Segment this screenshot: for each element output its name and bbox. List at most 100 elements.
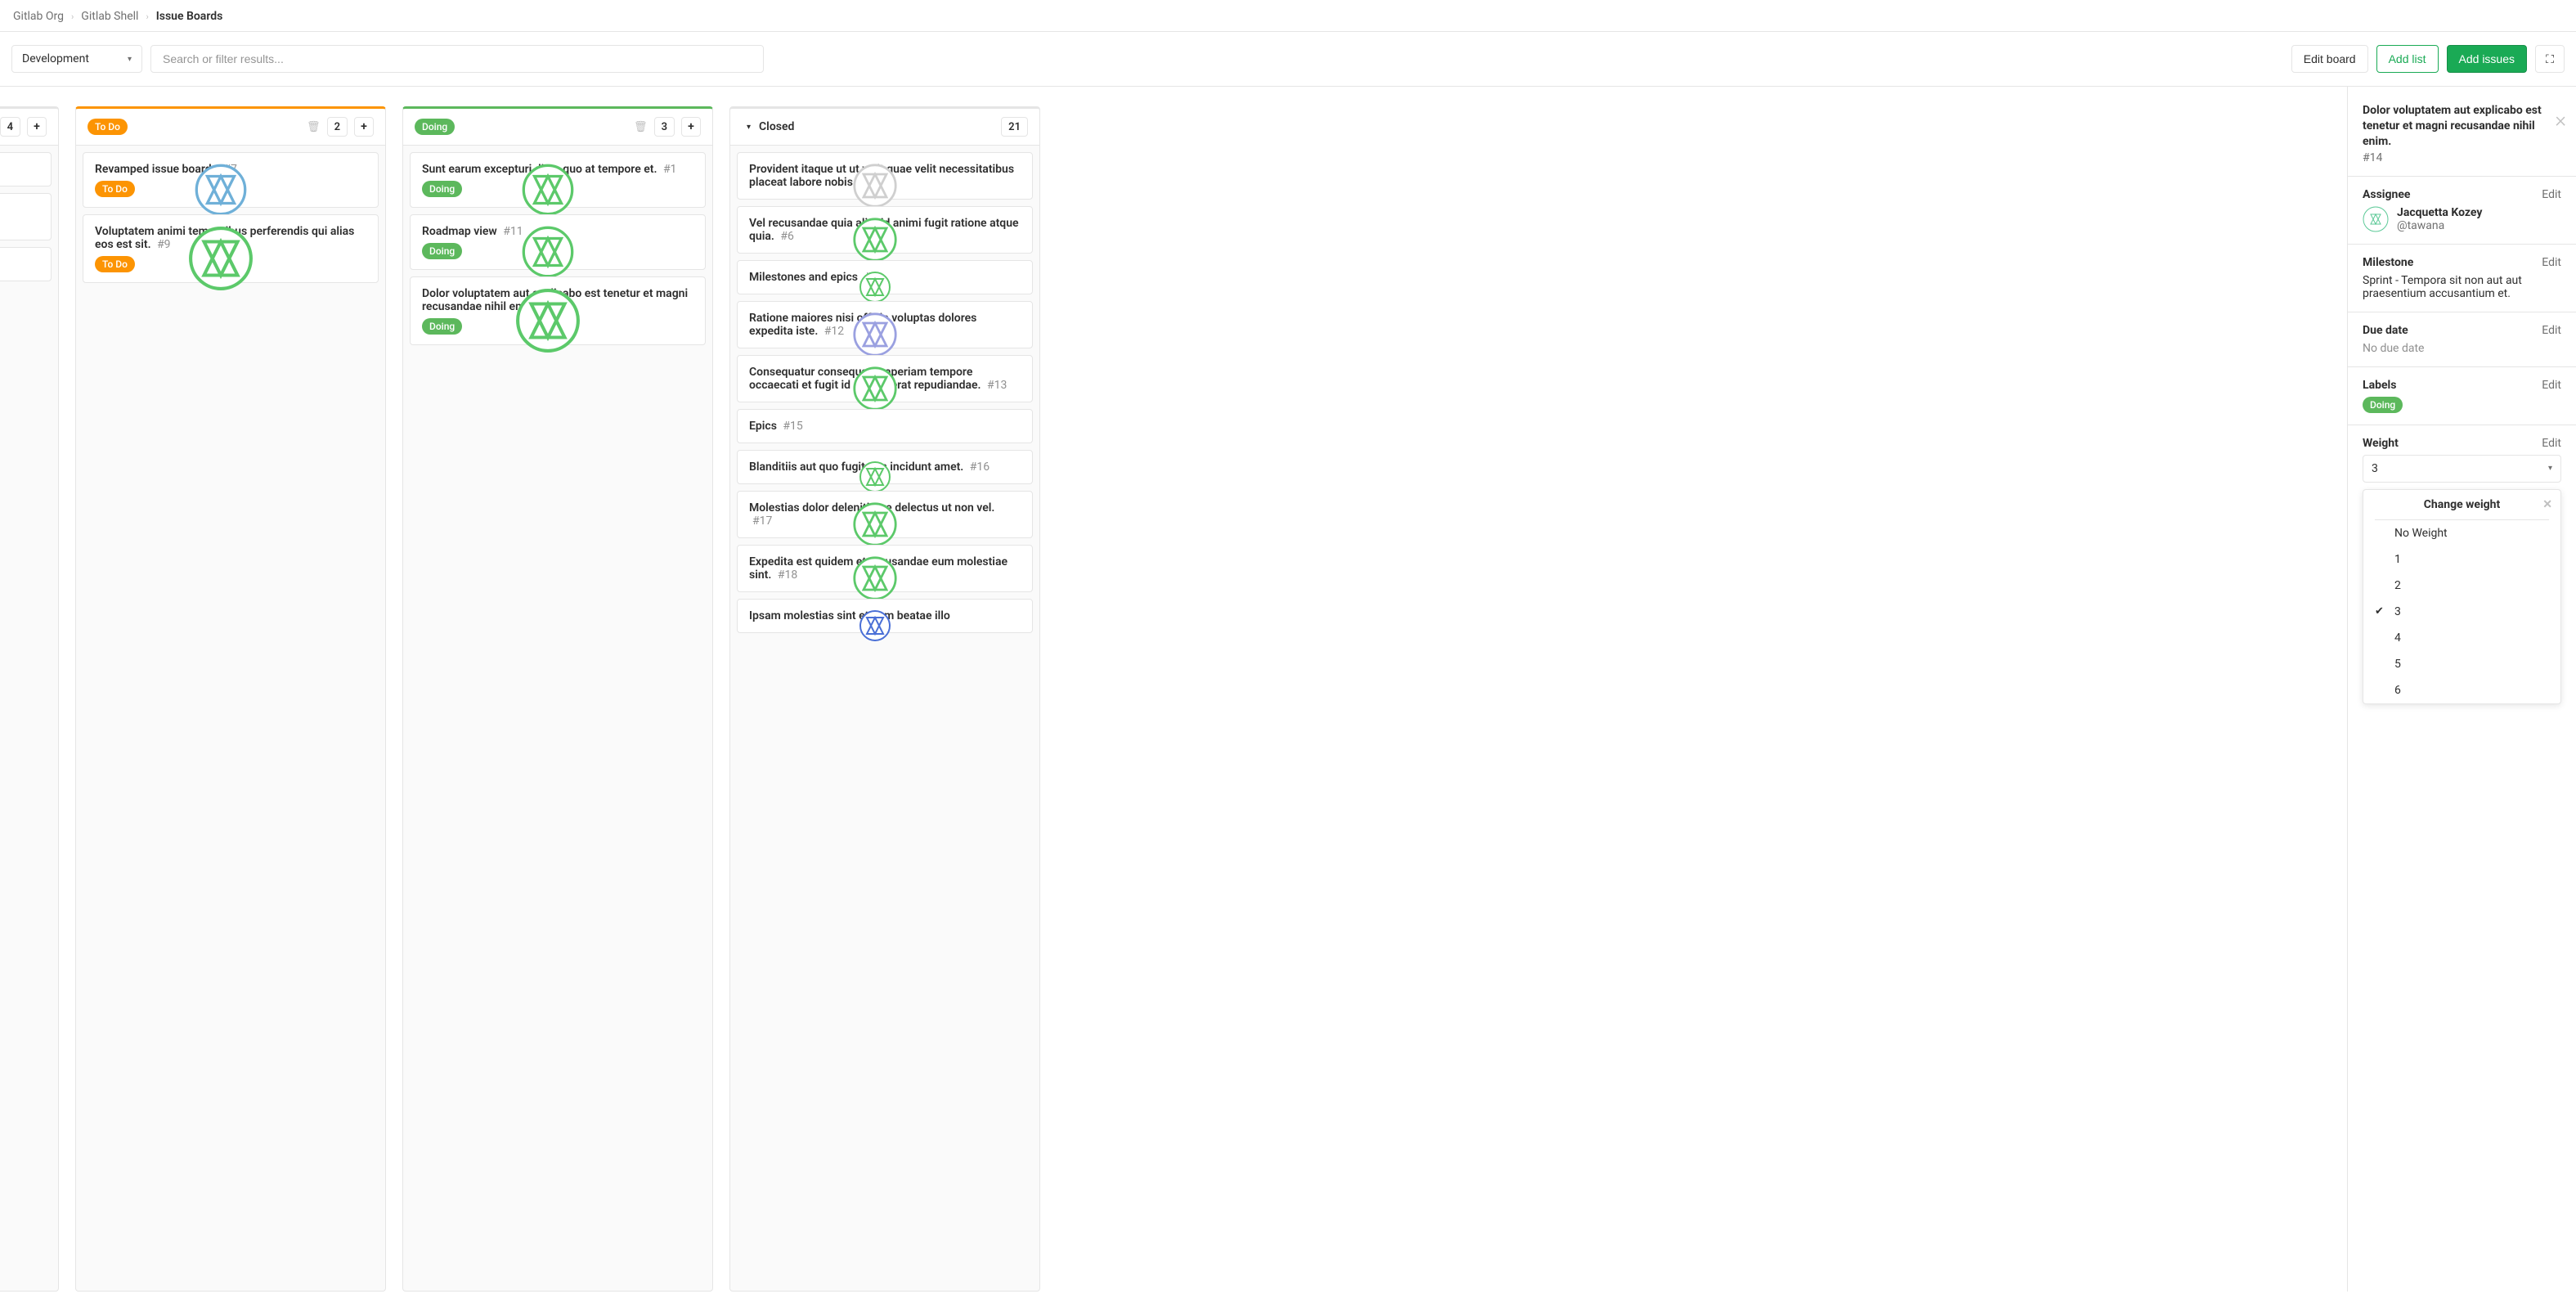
breadcrumb-item[interactable]: Gitlab Shell	[81, 10, 138, 23]
issue-card[interactable]	[0, 247, 52, 281]
issue-card[interactable]: Roadmap view #11 Doing	[410, 214, 706, 270]
board-toolbar: Development ▾ Edit board Add list Add is…	[0, 32, 2576, 87]
avatar-icon	[402, 287, 695, 354]
issue-card[interactable]: Provident itaque ut ut velit quae velit …	[737, 152, 1033, 200]
add-card-button[interactable]: +	[681, 117, 701, 137]
weight-option[interactable]: 4	[2363, 625, 2560, 651]
weight-option-label: 4	[2394, 631, 2401, 645]
avatar-icon	[402, 225, 695, 279]
weight-option[interactable]: 1	[2363, 546, 2560, 573]
board-column-doing: Doing 🗑 3 + Sunt earum excepturi dicta q…	[402, 106, 713, 1292]
milestone-value: Sprint - Tempora sit non aut aut praesen…	[2363, 274, 2561, 300]
chevron-right-icon: ›	[146, 11, 148, 22]
avatar-icon	[729, 271, 1022, 303]
weight-dropdown: Change weight ✕ No Weight 1 2 ✔ 3 4 5	[2363, 489, 2561, 704]
avatar-icon	[402, 163, 695, 217]
board-selector-label: Development	[22, 52, 89, 65]
issue-card[interactable]: Dolor voluptatem aut explicabo est tenet…	[410, 276, 706, 345]
issue-card[interactable]: Milestones and epics #4	[737, 260, 1033, 294]
dropdown-title: Change weight	[2424, 498, 2501, 511]
avatar-icon	[75, 225, 368, 292]
issue-card[interactable]: Consequatur consequatur aperiam tempore …	[737, 355, 1033, 402]
weight-option[interactable]: 6	[2363, 677, 2560, 703]
column-count: 3	[654, 117, 675, 137]
edit-labels-button[interactable]: Edit	[2542, 379, 2561, 392]
weight-option-label: 2	[2394, 579, 2401, 592]
issue-sidebar: Dolor voluptatem aut explicabo est tenet…	[2347, 87, 2576, 1292]
avatar-icon	[729, 366, 1022, 411]
assignee-label: Assignee	[2363, 188, 2561, 201]
avatar-icon	[0, 163, 41, 195]
label-pill: Doing	[2363, 397, 2403, 413]
issue-card[interactable]: Expedita est quidem et recusandae eum mo…	[737, 545, 1033, 592]
assignee-name: Jacquetta Kozey	[2397, 206, 2482, 219]
board-column-closed: ▾ Closed 21 Provident itaque ut ut velit…	[729, 106, 1040, 1292]
board-columns: 4 + sunt x non #8 To Do 🗑	[0, 87, 2576, 1292]
add-issues-button[interactable]: Add issues	[2447, 45, 2527, 73]
add-card-button[interactable]: +	[354, 117, 374, 137]
check-icon: ✔	[2375, 605, 2384, 618]
card-title: Epics	[749, 420, 777, 433]
fullscreen-button[interactable]: ⛶	[2535, 45, 2565, 73]
weight-option-label: 1	[2394, 553, 2401, 566]
assignee-handle: @tawana	[2397, 219, 2482, 232]
milestone-label: Milestone	[2363, 256, 2561, 269]
chevron-right-icon: ›	[71, 11, 74, 22]
edit-board-button[interactable]: Edit board	[2291, 45, 2368, 73]
edit-weight-button[interactable]: Edit	[2542, 437, 2561, 450]
issue-card[interactable]: Vel recusandae quia aliquid animi fugit …	[737, 206, 1033, 254]
edit-assignee-button[interactable]: Edit	[2542, 188, 2561, 201]
add-list-button[interactable]: Add list	[2376, 45, 2439, 73]
avatar-icon	[729, 312, 1022, 357]
weight-select[interactable]: 3 ▾	[2363, 455, 2561, 483]
issue-card[interactable]: Voluptatem animi temporibus perferendis …	[83, 214, 379, 283]
breadcrumb-current: Issue Boards	[156, 10, 223, 23]
edit-due-date-button[interactable]: Edit	[2542, 324, 2561, 337]
weight-option-label: 3	[2394, 605, 2401, 618]
avatar-icon	[729, 461, 1022, 493]
weight-option-label: 5	[2394, 658, 2401, 671]
breadcrumb-item[interactable]: Gitlab Org	[13, 10, 64, 23]
due-date-value: No due date	[2363, 342, 2561, 355]
card-ref: #15	[783, 420, 802, 433]
weight-option[interactable]: 5	[2363, 651, 2560, 677]
chevron-down-icon: ▾	[128, 55, 132, 64]
avatar-icon	[75, 163, 368, 217]
issue-card[interactable]: Epics #15	[737, 409, 1033, 443]
issue-card[interactable]: Revamped issue boards #7 To Do	[83, 152, 379, 208]
add-card-button[interactable]: +	[27, 117, 47, 137]
issue-card[interactable]: x non #8	[0, 193, 52, 240]
weight-label: Weight	[2363, 437, 2561, 450]
delete-column-button[interactable]: 🗑	[307, 121, 321, 133]
avatar-icon	[729, 163, 1022, 209]
board-column-todo: To Do 🗑 2 + Revamped issue boards #7 To …	[75, 106, 386, 1292]
issue-card[interactable]: Blanditiis aut quo fugit non incidunt am…	[737, 450, 1033, 484]
chevron-down-icon: ▾	[2548, 464, 2552, 473]
issue-card[interactable]: sunt	[0, 152, 52, 186]
close-sidebar-button[interactable]: ×	[2555, 108, 2566, 133]
column-count: 4	[0, 117, 20, 137]
due-date-label: Due date	[2363, 324, 2561, 337]
expand-icon: ⛶	[2546, 52, 2554, 66]
column-label: To Do	[88, 119, 128, 135]
breadcrumb: Gitlab Org › Gitlab Shell › Issue Boards	[0, 0, 2576, 32]
avatar-icon	[0, 204, 41, 249]
edit-milestone-button[interactable]: Edit	[2542, 256, 2561, 269]
search-input[interactable]	[150, 45, 764, 73]
issue-card[interactable]: Ipsam molestias sint et eum beatae illo	[737, 599, 1033, 633]
weight-option[interactable]: 2	[2363, 573, 2560, 599]
weight-option[interactable]: ✔ 3	[2363, 599, 2560, 625]
caret-down-icon[interactable]: ▾	[747, 123, 751, 132]
issue-card[interactable]: Sunt earum excepturi dicta quo at tempor…	[410, 152, 706, 208]
weight-option[interactable]: No Weight	[2363, 520, 2560, 546]
labels-label: Labels	[2363, 379, 2561, 392]
column-count: 21	[1001, 117, 1028, 137]
issue-card[interactable]: Molestias dolor deleniti iure delectus u…	[737, 491, 1033, 538]
weight-option-label: 6	[2394, 684, 2401, 697]
close-dropdown-button[interactable]: ✕	[2542, 498, 2552, 511]
delete-column-button[interactable]: 🗑	[634, 121, 648, 133]
avatar-icon	[729, 217, 1022, 263]
issue-card[interactable]: Ratione maiores nisi officia voluptas do…	[737, 301, 1033, 348]
weight-option-label: No Weight	[2394, 527, 2448, 540]
board-selector[interactable]: Development ▾	[11, 45, 142, 73]
